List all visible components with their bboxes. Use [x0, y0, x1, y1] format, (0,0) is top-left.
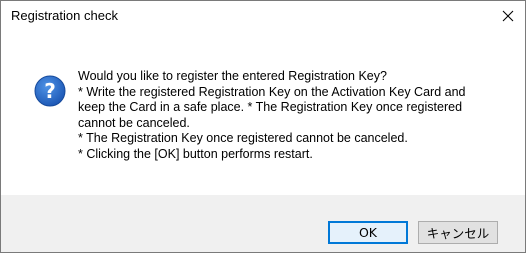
- message-line: * Clicking the [OK] button performs rest…: [78, 146, 313, 161]
- message-line: * The Registration Key once registered c…: [78, 131, 408, 145]
- message-line: keep the Card in a safe place. * The Reg…: [78, 100, 463, 114]
- button-bar: OK キャンセル: [1, 195, 525, 252]
- message-line: cannot be canceled.: [78, 115, 190, 130]
- title-bar: Registration check: [1, 1, 525, 31]
- dialog-content: ? Would you like to register the entered…: [1, 31, 525, 195]
- window-title: Registration check: [11, 8, 118, 23]
- message-line: Would you like to register the entered R…: [78, 69, 387, 83]
- ok-button[interactable]: OK: [328, 221, 408, 244]
- svg-text:?: ?: [44, 79, 56, 103]
- close-icon: [502, 10, 514, 22]
- close-button[interactable]: [491, 1, 525, 31]
- question-icon: ?: [34, 75, 66, 107]
- message-line: * Write the registered Registration Key …: [78, 84, 466, 99]
- message-text: Would you like to register the entered R…: [78, 69, 508, 162]
- registration-check-dialog: Registration check ? Would you like to r…: [0, 0, 526, 253]
- cancel-button[interactable]: キャンセル: [418, 221, 498, 244]
